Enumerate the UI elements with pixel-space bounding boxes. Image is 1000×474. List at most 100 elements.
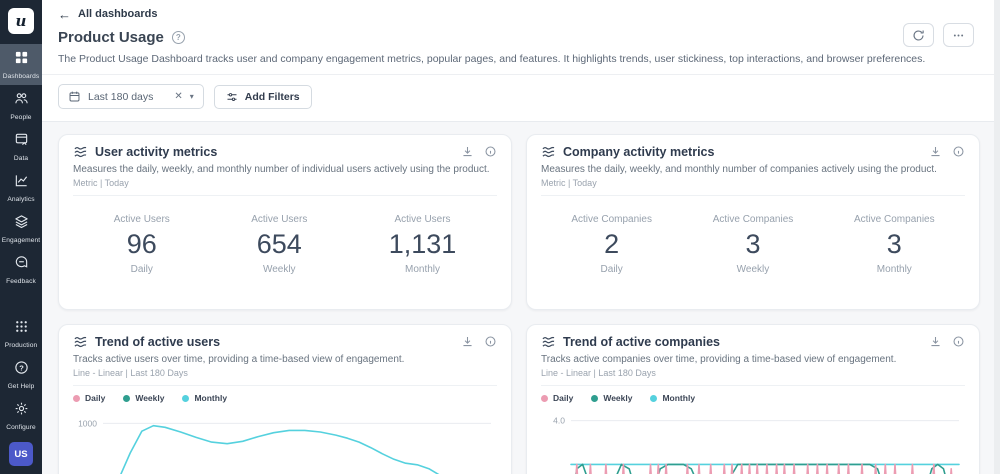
card-user-activity-metrics: User activity metrics Measures the daily…	[58, 134, 512, 310]
legend-label: Daily	[85, 393, 105, 403]
metric-value: 654	[251, 229, 307, 260]
metric-weekly-active-users: Active Users 654 Weekly	[251, 214, 307, 275]
legend-item-daily[interactable]: Daily	[73, 393, 105, 403]
configure-icon	[14, 401, 29, 421]
more-options-icon	[952, 29, 965, 42]
card-title: User activity metrics	[95, 145, 217, 159]
back-label: All dashboards	[78, 8, 157, 20]
sidebar-item-label: Data	[14, 155, 28, 162]
date-filter-caret-icon[interactable]: ▾	[190, 92, 194, 101]
card-meta: Line - Linear | Last 180 Days	[73, 368, 497, 386]
sidebar-item-label: People	[10, 114, 31, 121]
data-icon	[14, 132, 29, 152]
svg-text:?: ?	[19, 363, 24, 372]
download-icon[interactable]	[929, 335, 942, 348]
legend-item-weekly[interactable]: Weekly	[123, 393, 164, 403]
back-arrow-icon: ←	[58, 9, 71, 20]
metric-period: Weekly	[713, 264, 794, 275]
metric-period: Monthly	[389, 264, 457, 275]
download-icon[interactable]	[929, 145, 942, 158]
svg-text:1000: 1000	[78, 418, 97, 428]
scrollbar-track[interactable]	[994, 0, 1000, 474]
card-meta: Metric | Today	[541, 178, 965, 196]
metric-label: Active Companies	[713, 214, 794, 225]
card-title: Trend of active companies	[563, 335, 720, 349]
card-title: Trend of active users	[95, 335, 220, 349]
sidebar-item-label: Dashboards	[3, 73, 40, 80]
legend-dot-monthly	[182, 395, 189, 402]
sidebar: u Dashboards People Data Analytics Engag…	[0, 0, 42, 474]
metric-daily-active-companies: Active Companies 2 Daily	[571, 214, 652, 275]
clear-date-filter-icon[interactable]: ✕	[174, 91, 182, 102]
production-icon	[14, 319, 29, 339]
people-icon	[14, 91, 29, 111]
sidebar-item-engagement[interactable]: Engagement	[0, 208, 42, 249]
legend-label: Daily	[553, 393, 573, 403]
sidebar-item-dashboards[interactable]: Dashboards	[0, 44, 42, 85]
trend-chart-icon	[541, 336, 556, 349]
date-range-filter[interactable]: Last 180 days ✕ ▾	[58, 84, 204, 109]
dashboards-icon	[14, 50, 29, 70]
card-company-activity-metrics: Company activity metrics Measures the da…	[526, 134, 980, 310]
metric-chart-icon	[541, 146, 556, 159]
page-title: Product Usage	[58, 29, 164, 46]
metric-value: 96	[114, 229, 170, 260]
dashboard-grid: User activity metrics Measures the daily…	[42, 122, 1000, 474]
sidebar-item-analytics[interactable]: Analytics	[0, 167, 42, 208]
metric-period: Daily	[571, 264, 652, 275]
svg-text:4.0: 4.0	[553, 416, 565, 426]
refresh-button[interactable]	[903, 23, 934, 47]
legend-item-monthly[interactable]: Monthly	[650, 393, 695, 403]
info-icon[interactable]	[952, 335, 965, 348]
sidebar-item-label: Configure	[6, 424, 36, 431]
sidebar-item-feedback[interactable]: Feedback	[0, 249, 42, 290]
date-range-value: Last 180 days	[88, 91, 153, 103]
download-icon[interactable]	[461, 145, 474, 158]
metric-value: 2	[571, 229, 652, 260]
sidebar-item-data[interactable]: Data	[0, 126, 42, 167]
back-to-dashboards-link[interactable]: ← All dashboards	[58, 8, 157, 20]
legend-dot-monthly	[650, 395, 657, 402]
filter-bar: Last 180 days ✕ ▾ Add Filters	[42, 75, 1000, 122]
user-avatar[interactable]: US	[9, 442, 33, 466]
page-header: ← All dashboards Product Usage ? The Pro…	[42, 0, 1000, 75]
card-description: Tracks active companies over time, provi…	[541, 354, 965, 365]
legend-label: Monthly	[662, 393, 695, 403]
legend-item-weekly[interactable]: Weekly	[591, 393, 632, 403]
sidebar-item-people[interactable]: People	[0, 85, 42, 126]
metric-label: Active Users	[251, 214, 307, 225]
info-icon[interactable]	[484, 145, 497, 158]
card-meta: Line - Linear | Last 180 Days	[541, 368, 965, 386]
card-trend-active-companies: Trend of active companies Tracks active …	[526, 324, 980, 474]
active-companies-trend-chart[interactable]: 4.02.0	[541, 408, 965, 474]
help-icon: ?	[14, 360, 29, 380]
active-users-trend-chart[interactable]: 1000900	[73, 408, 497, 474]
more-options-button[interactable]	[943, 23, 974, 47]
analytics-icon	[14, 173, 29, 193]
page-description: The Product Usage Dashboard tracks user …	[58, 53, 974, 65]
metric-chart-icon	[73, 146, 88, 159]
sidebar-item-configure[interactable]: Configure	[0, 395, 42, 436]
sidebar-item-label: Get Help	[8, 383, 35, 390]
trend-chart-icon	[73, 336, 88, 349]
metric-weekly-active-companies: Active Companies 3 Weekly	[713, 214, 794, 275]
sidebar-item-get-help[interactable]: ? Get Help	[0, 354, 42, 395]
add-filters-button[interactable]: Add Filters	[214, 85, 312, 109]
legend-item-monthly[interactable]: Monthly	[182, 393, 227, 403]
metric-label: Active Users	[389, 214, 457, 225]
metric-value: 3	[713, 229, 794, 260]
refresh-icon	[912, 29, 925, 42]
filters-icon	[226, 91, 238, 103]
card-title: Company activity metrics	[563, 145, 714, 159]
sidebar-item-label: Production	[5, 342, 38, 349]
legend-item-daily[interactable]: Daily	[541, 393, 573, 403]
info-icon[interactable]	[484, 335, 497, 348]
info-icon[interactable]	[952, 145, 965, 158]
legend-label: Weekly	[603, 393, 632, 403]
app-logo[interactable]: u	[8, 8, 34, 34]
legend-dot-daily	[73, 395, 80, 402]
sidebar-item-production[interactable]: Production	[0, 313, 42, 354]
card-description: Tracks active users over time, providing…	[73, 354, 497, 365]
download-icon[interactable]	[461, 335, 474, 348]
title-help-icon[interactable]: ?	[172, 31, 185, 44]
